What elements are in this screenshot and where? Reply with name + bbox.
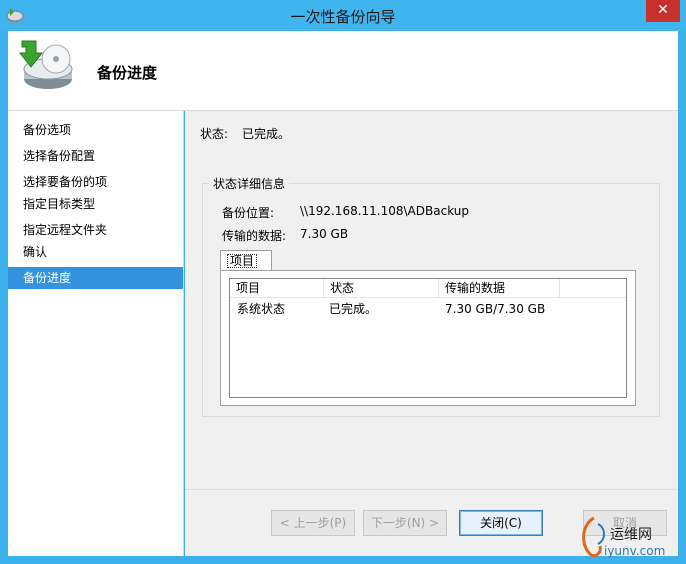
close-icon: ✕ — [657, 2, 669, 18]
wizard-content: 状态: 已完成。 状态详细信息 备份位置: \\192.168.11.108\A… — [185, 111, 678, 489]
cell-status: 已完成。 — [329, 302, 378, 316]
sidebar-item-remote-folder[interactable]: 指定远程文件夹 — [8, 219, 183, 241]
backup-location-label: 备份位置: — [222, 206, 275, 220]
window-close-button[interactable]: ✕ — [646, 0, 680, 22]
table-row[interactable]: 系统状态 已完成。 7.30 GB/7.30 GB — [230, 299, 626, 319]
status-details-title: 状态详细信息 — [209, 175, 290, 192]
sidebar-item-destination-type[interactable]: 指定目标类型 — [8, 193, 183, 215]
sidebar-item-select-items[interactable]: 选择要备份的项 — [8, 171, 183, 193]
status-value: 已完成。 — [242, 127, 291, 141]
sidebar-item-confirm[interactable]: 确认 — [8, 241, 183, 263]
sidebar-item-backup-options[interactable]: 备份选项 — [8, 119, 183, 141]
status-label: 状态: — [200, 127, 229, 141]
wizard-header: 备份进度 — [8, 31, 678, 111]
transferred-data-value: 7.30 GB — [300, 227, 349, 241]
transferred-data-label: 传输的数据: — [222, 229, 287, 243]
sidebar-item-backup-progress[interactable]: 备份进度 — [8, 267, 183, 289]
next-button[interactable]: 下一步(N) > — [363, 510, 447, 536]
window-title: 一次性备份向导 — [290, 8, 396, 26]
tab-items-panel: 项目 状态 传输的数据 系统状态 已完成。 7.30 GB/7.30 GB — [220, 270, 636, 406]
cell-item: 系统状态 — [237, 302, 286, 316]
watermark-text: 运维网 — [610, 527, 652, 543]
column-header-status[interactable]: 状态 — [324, 279, 439, 298]
status-details-group: 状态详细信息 备份位置: \\192.168.11.108\ADBackup 传… — [202, 175, 660, 417]
wizard-window: 一次性备份向导 ✕ 备份进度 备份选项 选择备份配置 选择要备份的项 指定目标类… — [0, 0, 686, 564]
cell-transferred: 7.30 GB/7.30 GB — [445, 302, 546, 316]
tab-items[interactable]: 项目 — [220, 250, 272, 271]
wizard-steps-sidebar: 备份选项 选择备份配置 选择要备份的项 指定目标类型 指定远程文件夹 确认 备份… — [8, 111, 184, 556]
previous-button[interactable]: < 上一步(P) — [271, 510, 355, 536]
items-list[interactable]: 项目 状态 传输的数据 系统状态 已完成。 7.30 GB/7.30 GB — [229, 278, 627, 398]
title-bar[interactable]: 一次性备份向导 ✕ — [0, 0, 686, 31]
backup-location-value: \\192.168.11.108\ADBackup — [300, 204, 469, 218]
list-header: 项目 状态 传输的数据 — [230, 279, 626, 298]
watermark-logo: 运维网 iyunv.com — [574, 500, 686, 564]
column-header-transferred[interactable]: 传输的数据 — [439, 279, 560, 298]
tab-items-label: 项目 — [227, 254, 258, 268]
column-header-filler — [560, 279, 626, 298]
watermark-url: iyunv.com — [604, 544, 666, 558]
page-title: 备份进度 — [97, 64, 158, 82]
sidebar-item-select-config[interactable]: 选择备份配置 — [8, 145, 183, 167]
close-button[interactable]: 关闭(C) — [459, 510, 543, 536]
backup-drive-icon — [18, 40, 73, 89]
column-header-item[interactable]: 项目 — [230, 279, 324, 298]
